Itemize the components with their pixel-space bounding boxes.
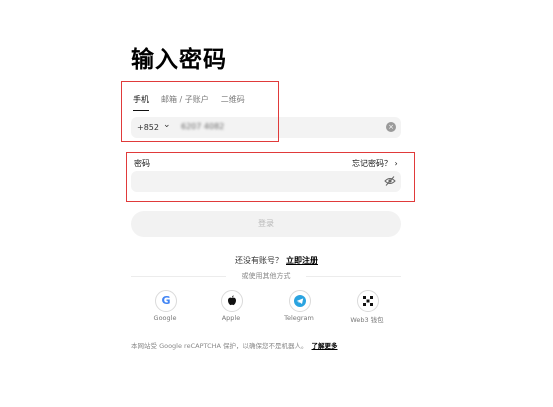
apple-icon [228, 295, 236, 306]
telegram-icon [294, 295, 306, 307]
signup-link[interactable]: 立即注册 [286, 256, 318, 265]
recaptcha-notice: 本网站受 Google reCAPTCHA 保护，以确保您不是机器人。 了解更多 [131, 340, 338, 350]
apple-label: Apple [221, 314, 241, 322]
apple-login-button[interactable] [221, 290, 243, 312]
recaptcha-text: 本网站受 Google reCAPTCHA 保护，以确保您不是机器人。 [131, 342, 308, 350]
page-title: 输入密码 [131, 47, 227, 73]
highlight-box-phone [121, 81, 279, 142]
signup-row: 还没有账号？ 立即注册 [0, 255, 553, 266]
telegram-login-button[interactable] [289, 290, 311, 312]
highlight-box-password [126, 152, 415, 202]
google-icon: G [161, 294, 171, 307]
telegram-label: Telegram [284, 314, 314, 322]
learn-more-link[interactable]: 了解更多 [312, 342, 338, 350]
login-button[interactable]: 登录 [131, 211, 401, 237]
google-label: Google [153, 314, 177, 322]
web3-wallet-label: Web3 钱包 [350, 316, 384, 324]
clear-icon[interactable]: × [386, 122, 396, 132]
divider: 或使用其他方式 [131, 270, 401, 282]
google-login-button[interactable]: G [155, 290, 177, 312]
signup-prompt: 还没有账号？ [235, 256, 283, 265]
web3-wallet-login-button[interactable] [357, 290, 379, 312]
divider-label: 或使用其他方式 [241, 272, 291, 280]
web3-wallet-icon [363, 296, 373, 306]
